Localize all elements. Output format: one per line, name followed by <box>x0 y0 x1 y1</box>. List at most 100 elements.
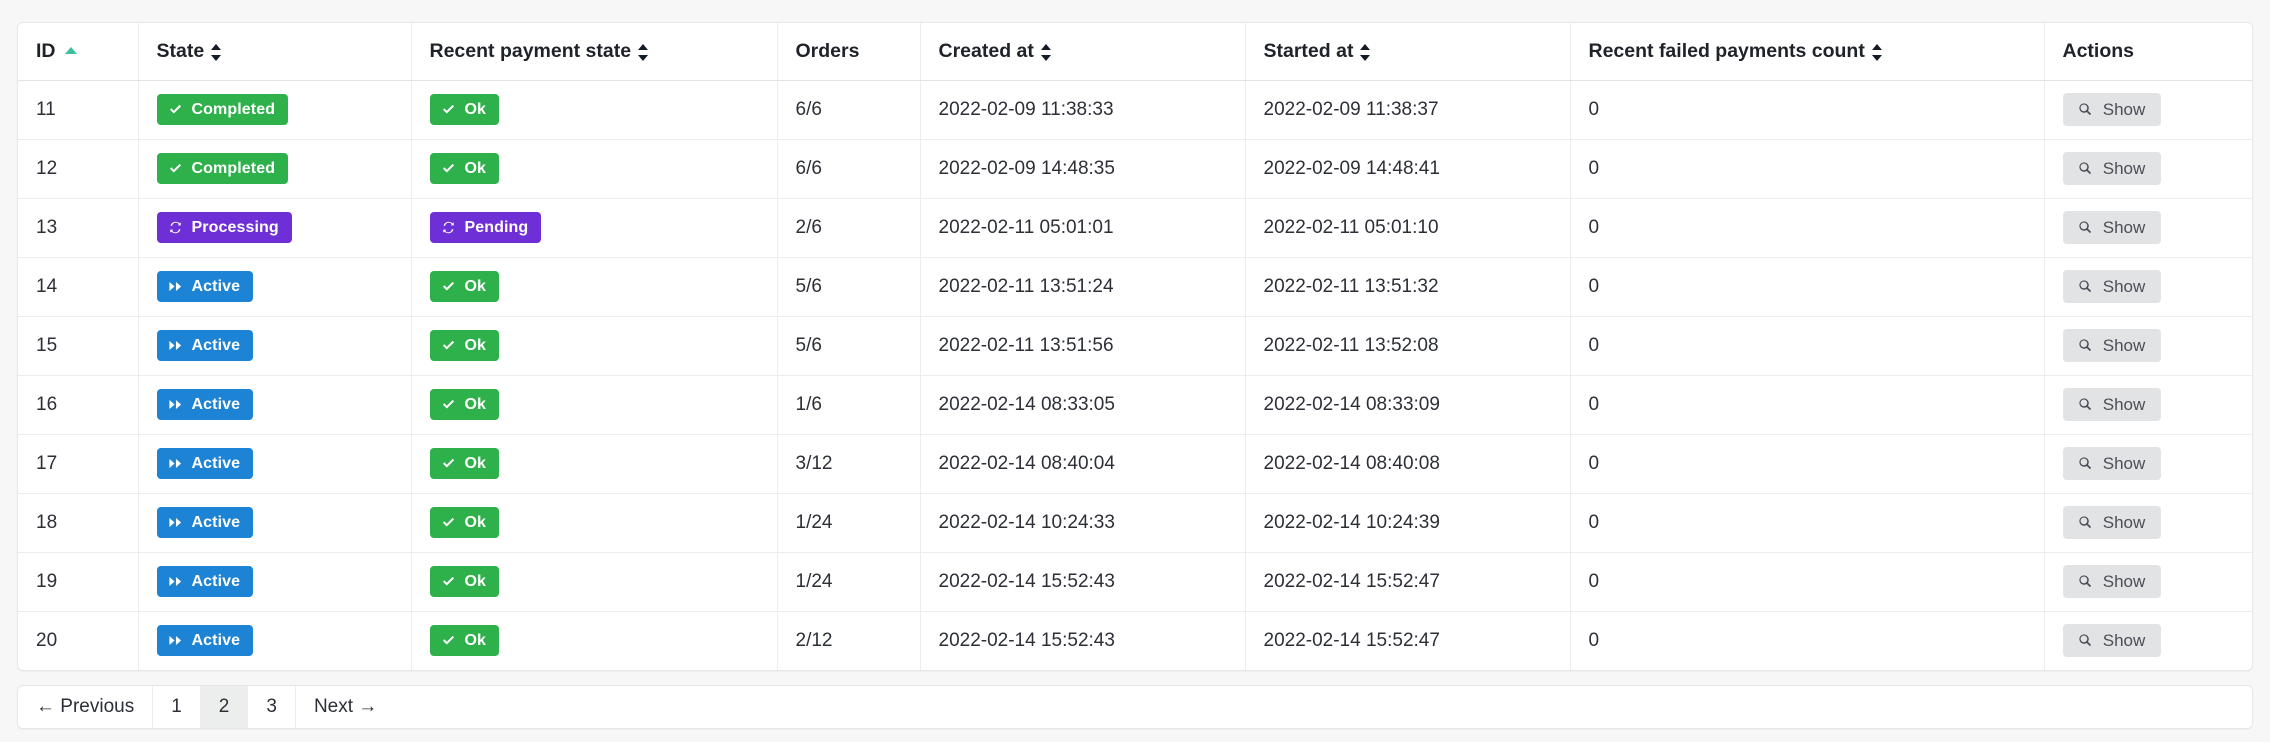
cell-recent-failed-payments-count: 0 <box>1570 139 2045 199</box>
column-header-label: Created at <box>938 39 1034 62</box>
recent-payment-state-label: Pending <box>464 218 529 236</box>
recent-payment-state-label: Ok <box>464 513 487 531</box>
show-button[interactable]: Show <box>2062 152 2161 185</box>
show-button[interactable]: Show <box>2062 565 2161 598</box>
cell-actions: Show <box>2044 257 2252 317</box>
cell-recent-failed-payments-count: 0 <box>1570 316 2045 376</box>
show-button[interactable]: Show <box>2062 270 2161 303</box>
column-header-created-at[interactable]: Created at <box>920 23 1246 81</box>
state-cell: Processing <box>138 198 412 258</box>
column-header-recent-failed-payments-count[interactable]: Recent failed payments count <box>1570 23 2045 81</box>
recent-payment-state-badge: Ok <box>429 389 500 420</box>
cell-recent-failed-payments-count: 0 <box>1570 434 2045 494</box>
cell-orders: 2/6 <box>777 198 921 258</box>
cell-id: 20 <box>18 611 139 670</box>
show-button[interactable]: Show <box>2062 329 2161 362</box>
recent-payment-state-badge: Ok <box>429 94 500 125</box>
column-header-orders: Orders <box>777 23 921 81</box>
cell-orders: 3/12 <box>777 434 921 494</box>
column-header-id[interactable]: ID <box>18 23 139 81</box>
sort-toggle-icon[interactable] <box>1360 43 1371 62</box>
search-icon <box>2079 398 2091 411</box>
state-cell: Active <box>138 493 412 553</box>
sort-toggle-icon[interactable] <box>211 43 222 62</box>
cell-recent-failed-payments-count: 0 <box>1570 257 2045 317</box>
cell-started-at: 2022-02-09 14:48:41 <box>1245 139 1571 199</box>
pagination-item[interactable]: 2 <box>200 686 249 728</box>
recent-payment-state-label: Ok <box>464 631 487 649</box>
cell-created-at: 2022-02-14 15:52:43 <box>920 611 1246 670</box>
sort-toggle-icon[interactable] <box>638 43 649 62</box>
show-button-label: Show <box>2102 571 2146 591</box>
recent-payment-state-cell: Ok <box>411 493 778 553</box>
cell-started-at: 2022-02-14 10:24:39 <box>1245 493 1571 553</box>
table-body: 11 Completed Ok 6/6 2022-02-09 11:38:33 2022-… <box>18 80 2252 670</box>
show-button[interactable]: Show <box>2062 388 2161 421</box>
fast-forward-icon <box>168 459 181 468</box>
sort-toggle-icon[interactable] <box>1871 43 1883 62</box>
sync-icon <box>442 221 454 234</box>
table-header-row: ID State Recent payment state Orders Created… <box>18 23 2252 81</box>
column-header-label: Recent payment state <box>429 39 632 62</box>
column-header-label: State <box>156 39 205 62</box>
show-button[interactable]: Show <box>2062 506 2161 539</box>
pagination-item[interactable]: 3 <box>248 686 296 728</box>
column-header-started-at[interactable]: Started at <box>1245 23 1571 81</box>
search-icon <box>2079 162 2091 175</box>
recent-payment-state-cell: Ok <box>411 80 778 140</box>
show-button[interactable]: Show <box>2062 447 2161 480</box>
cell-recent-failed-payments-count: 0 <box>1570 80 2045 140</box>
state-badge: Active <box>156 271 254 302</box>
cell-id: 12 <box>18 139 139 199</box>
table-row: 11 Completed Ok 6/6 2022-02-09 11:38:33 2022-… <box>18 80 2252 140</box>
sort-toggle-icon[interactable] <box>1040 43 1052 62</box>
search-icon <box>2079 457 2091 470</box>
column-header-recent-payment-state[interactable]: Recent payment state <box>411 23 778 81</box>
show-button[interactable]: Show <box>2062 93 2161 126</box>
column-header-label: Recent failed payments count <box>1588 39 1865 62</box>
state-label: Completed <box>191 159 276 177</box>
sort-ascending-icon[interactable] <box>64 46 77 54</box>
cell-recent-failed-payments-count: 0 <box>1570 198 2045 258</box>
search-icon <box>2079 221 2091 234</box>
table-row: 13 Processing Pending 2/6 2022-02-11 05:01:0… <box>18 198 2252 258</box>
search-icon <box>2079 575 2091 588</box>
cell-created-at: 2022-02-11 13:51:24 <box>920 257 1246 317</box>
state-label: Active <box>191 395 241 413</box>
column-header-state[interactable]: State <box>138 23 412 81</box>
recent-payment-state-badge: Ok <box>429 566 500 597</box>
cell-started-at: 2022-02-11 13:52:08 <box>1245 316 1571 376</box>
pagination-item[interactable]: ← Previous <box>18 686 154 728</box>
column-header-label: ID <box>36 39 56 62</box>
state-label: Active <box>191 631 241 649</box>
check-icon <box>442 340 454 350</box>
recent-payment-state-badge: Ok <box>429 625 500 657</box>
state-label: Active <box>191 572 241 590</box>
recent-payment-state-label: Ok <box>464 100 487 118</box>
fast-forward-icon <box>168 400 181 409</box>
show-button-label: Show <box>2102 335 2146 355</box>
check-icon <box>169 163 181 173</box>
state-badge: Active <box>156 389 254 420</box>
cell-orders: 1/24 <box>777 493 921 553</box>
pagination-item[interactable]: Next → <box>295 686 396 728</box>
cell-actions: Show <box>2044 316 2252 376</box>
recent-payment-state-cell: Ok <box>411 139 778 199</box>
check-icon <box>442 281 454 291</box>
search-icon <box>2079 103 2091 116</box>
column-header-inner: Recent failed payments count <box>1589 40 1883 63</box>
cell-actions: Show <box>2044 434 2252 494</box>
state-label: Active <box>191 336 241 354</box>
cell-id: 15 <box>18 316 139 376</box>
cell-created-at: 2022-02-14 15:52:43 <box>920 552 1246 612</box>
show-button[interactable]: Show <box>2062 211 2161 244</box>
show-button-label: Show <box>2102 276 2146 296</box>
state-cell: Active <box>138 316 412 376</box>
fast-forward-icon <box>168 341 181 350</box>
pagination-item[interactable]: 1 <box>153 686 201 728</box>
cell-orders: 2/12 <box>777 611 921 670</box>
recent-payment-state-cell: Ok <box>411 434 778 494</box>
recent-payment-state-badge: Pending <box>429 212 542 243</box>
show-button[interactable]: Show <box>2062 624 2161 658</box>
table-row: 18 Active Ok 1/24 2022-02-14 10:24:33 2022-02… <box>18 493 2252 553</box>
